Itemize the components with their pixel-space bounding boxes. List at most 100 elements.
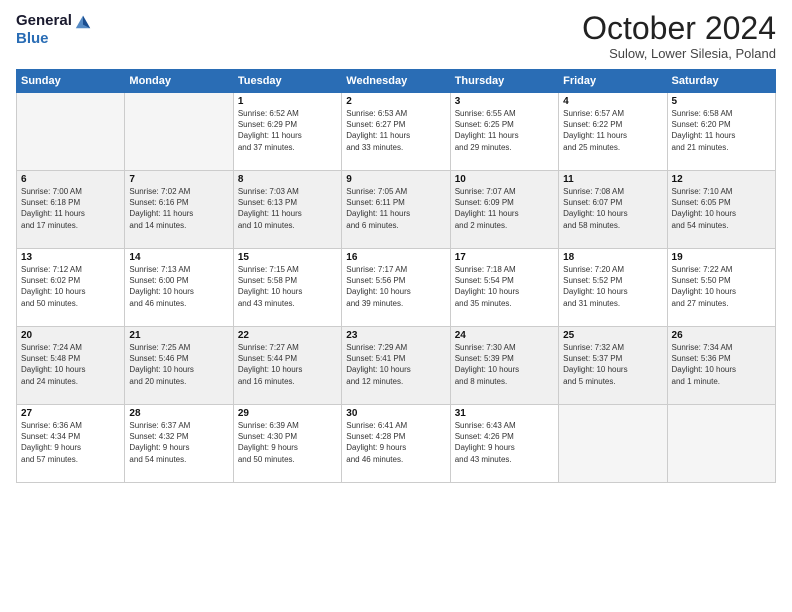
table-row: 15Sunrise: 7:15 AM Sunset: 5:58 PM Dayli… (233, 249, 341, 327)
day-info: Sunrise: 7:27 AM Sunset: 5:44 PM Dayligh… (238, 342, 337, 387)
calendar-week-row: 20Sunrise: 7:24 AM Sunset: 5:48 PM Dayli… (17, 327, 776, 405)
table-row: 11Sunrise: 7:08 AM Sunset: 6:07 PM Dayli… (559, 171, 667, 249)
day-number: 8 (238, 174, 337, 185)
table-row (667, 405, 775, 483)
day-number: 15 (238, 252, 337, 263)
day-number: 19 (672, 252, 771, 263)
day-number: 29 (238, 408, 337, 419)
day-info: Sunrise: 6:41 AM Sunset: 4:28 PM Dayligh… (346, 420, 445, 465)
day-number: 5 (672, 96, 771, 107)
logo-text-general: General (16, 12, 72, 30)
day-number: 14 (129, 252, 228, 263)
page: General Blue October 2024 Sulow, Lower S… (0, 0, 792, 612)
day-info: Sunrise: 7:15 AM Sunset: 5:58 PM Dayligh… (238, 264, 337, 309)
day-number: 12 (672, 174, 771, 185)
day-number: 10 (455, 174, 554, 185)
day-info: Sunrise: 6:52 AM Sunset: 6:29 PM Dayligh… (238, 108, 337, 153)
day-info: Sunrise: 6:39 AM Sunset: 4:30 PM Dayligh… (238, 420, 337, 465)
table-row: 31Sunrise: 6:43 AM Sunset: 4:26 PM Dayli… (450, 405, 558, 483)
table-row: 23Sunrise: 7:29 AM Sunset: 5:41 PM Dayli… (342, 327, 450, 405)
location: Sulow, Lower Silesia, Poland (582, 46, 776, 61)
month-title: October 2024 (582, 12, 776, 44)
table-row: 3Sunrise: 6:55 AM Sunset: 6:25 PM Daylig… (450, 93, 558, 171)
table-row: 5Sunrise: 6:58 AM Sunset: 6:20 PM Daylig… (667, 93, 775, 171)
day-info: Sunrise: 7:34 AM Sunset: 5:36 PM Dayligh… (672, 342, 771, 387)
day-info: Sunrise: 7:30 AM Sunset: 5:39 PM Dayligh… (455, 342, 554, 387)
table-row: 1Sunrise: 6:52 AM Sunset: 6:29 PM Daylig… (233, 93, 341, 171)
day-number: 1 (238, 96, 337, 107)
day-number: 11 (563, 174, 662, 185)
day-number: 24 (455, 330, 554, 341)
calendar-header-row: Sunday Monday Tuesday Wednesday Thursday… (17, 70, 776, 93)
day-number: 23 (346, 330, 445, 341)
header-wednesday: Wednesday (342, 70, 450, 93)
table-row: 22Sunrise: 7:27 AM Sunset: 5:44 PM Dayli… (233, 327, 341, 405)
day-number: 16 (346, 252, 445, 263)
day-info: Sunrise: 6:57 AM Sunset: 6:22 PM Dayligh… (563, 108, 662, 153)
table-row: 18Sunrise: 7:20 AM Sunset: 5:52 PM Dayli… (559, 249, 667, 327)
header-saturday: Saturday (667, 70, 775, 93)
calendar: Sunday Monday Tuesday Wednesday Thursday… (16, 69, 776, 483)
table-row: 17Sunrise: 7:18 AM Sunset: 5:54 PM Dayli… (450, 249, 558, 327)
calendar-week-row: 1Sunrise: 6:52 AM Sunset: 6:29 PM Daylig… (17, 93, 776, 171)
header-sunday: Sunday (17, 70, 125, 93)
title-block: October 2024 Sulow, Lower Silesia, Polan… (582, 12, 776, 61)
table-row: 7Sunrise: 7:02 AM Sunset: 6:16 PM Daylig… (125, 171, 233, 249)
day-info: Sunrise: 7:10 AM Sunset: 6:05 PM Dayligh… (672, 186, 771, 231)
calendar-week-row: 6Sunrise: 7:00 AM Sunset: 6:18 PM Daylig… (17, 171, 776, 249)
day-info: Sunrise: 7:00 AM Sunset: 6:18 PM Dayligh… (21, 186, 120, 231)
day-number: 28 (129, 408, 228, 419)
day-number: 7 (129, 174, 228, 185)
header: General Blue October 2024 Sulow, Lower S… (16, 12, 776, 61)
table-row: 16Sunrise: 7:17 AM Sunset: 5:56 PM Dayli… (342, 249, 450, 327)
day-number: 21 (129, 330, 228, 341)
day-number: 17 (455, 252, 554, 263)
day-number: 18 (563, 252, 662, 263)
day-number: 4 (563, 96, 662, 107)
header-friday: Friday (559, 70, 667, 93)
table-row: 21Sunrise: 7:25 AM Sunset: 5:46 PM Dayli… (125, 327, 233, 405)
day-number: 3 (455, 96, 554, 107)
table-row: 12Sunrise: 7:10 AM Sunset: 6:05 PM Dayli… (667, 171, 775, 249)
table-row: 10Sunrise: 7:07 AM Sunset: 6:09 PM Dayli… (450, 171, 558, 249)
calendar-week-row: 13Sunrise: 7:12 AM Sunset: 6:02 PM Dayli… (17, 249, 776, 327)
table-row: 20Sunrise: 7:24 AM Sunset: 5:48 PM Dayli… (17, 327, 125, 405)
table-row: 19Sunrise: 7:22 AM Sunset: 5:50 PM Dayli… (667, 249, 775, 327)
table-row: 24Sunrise: 7:30 AM Sunset: 5:39 PM Dayli… (450, 327, 558, 405)
header-monday: Monday (125, 70, 233, 93)
day-number: 26 (672, 330, 771, 341)
day-info: Sunrise: 6:36 AM Sunset: 4:34 PM Dayligh… (21, 420, 120, 465)
logo: General Blue (16, 12, 92, 48)
day-info: Sunrise: 7:24 AM Sunset: 5:48 PM Dayligh… (21, 342, 120, 387)
day-number: 25 (563, 330, 662, 341)
table-row: 13Sunrise: 7:12 AM Sunset: 6:02 PM Dayli… (17, 249, 125, 327)
day-info: Sunrise: 7:03 AM Sunset: 6:13 PM Dayligh… (238, 186, 337, 231)
day-info: Sunrise: 7:08 AM Sunset: 6:07 PM Dayligh… (563, 186, 662, 231)
day-info: Sunrise: 7:17 AM Sunset: 5:56 PM Dayligh… (346, 264, 445, 309)
table-row: 8Sunrise: 7:03 AM Sunset: 6:13 PM Daylig… (233, 171, 341, 249)
day-info: Sunrise: 7:02 AM Sunset: 6:16 PM Dayligh… (129, 186, 228, 231)
logo-text-blue: Blue (16, 30, 49, 47)
table-row: 29Sunrise: 6:39 AM Sunset: 4:30 PM Dayli… (233, 405, 341, 483)
day-number: 9 (346, 174, 445, 185)
day-number: 30 (346, 408, 445, 419)
logo-icon (74, 12, 92, 30)
table-row (17, 93, 125, 171)
day-info: Sunrise: 6:53 AM Sunset: 6:27 PM Dayligh… (346, 108, 445, 153)
table-row: 6Sunrise: 7:00 AM Sunset: 6:18 PM Daylig… (17, 171, 125, 249)
day-info: Sunrise: 7:12 AM Sunset: 6:02 PM Dayligh… (21, 264, 120, 309)
day-info: Sunrise: 6:37 AM Sunset: 4:32 PM Dayligh… (129, 420, 228, 465)
table-row: 28Sunrise: 6:37 AM Sunset: 4:32 PM Dayli… (125, 405, 233, 483)
day-info: Sunrise: 7:29 AM Sunset: 5:41 PM Dayligh… (346, 342, 445, 387)
day-info: Sunrise: 6:58 AM Sunset: 6:20 PM Dayligh… (672, 108, 771, 153)
table-row (125, 93, 233, 171)
day-number: 13 (21, 252, 120, 263)
table-row: 26Sunrise: 7:34 AM Sunset: 5:36 PM Dayli… (667, 327, 775, 405)
day-info: Sunrise: 6:43 AM Sunset: 4:26 PM Dayligh… (455, 420, 554, 465)
day-info: Sunrise: 6:55 AM Sunset: 6:25 PM Dayligh… (455, 108, 554, 153)
calendar-week-row: 27Sunrise: 6:36 AM Sunset: 4:34 PM Dayli… (17, 405, 776, 483)
header-thursday: Thursday (450, 70, 558, 93)
table-row: 14Sunrise: 7:13 AM Sunset: 6:00 PM Dayli… (125, 249, 233, 327)
header-tuesday: Tuesday (233, 70, 341, 93)
day-number: 27 (21, 408, 120, 419)
